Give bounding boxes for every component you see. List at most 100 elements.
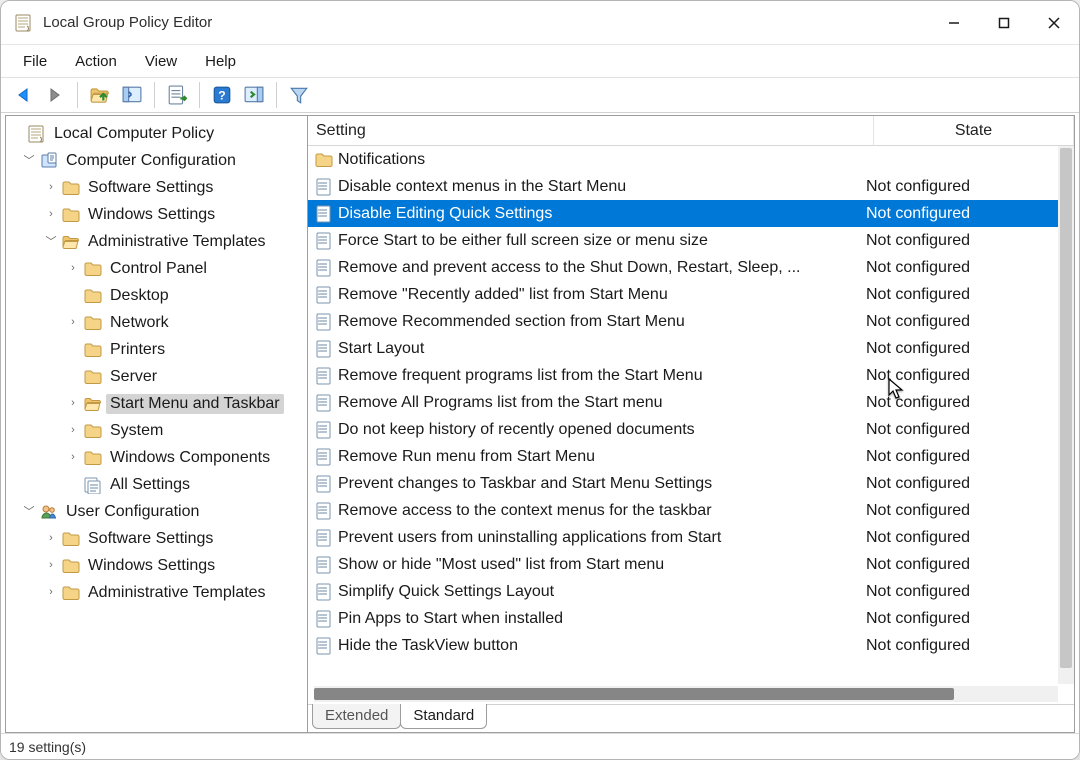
tree-label: Control Panel <box>106 259 211 279</box>
column-setting[interactable]: Setting <box>308 116 874 145</box>
setting-icon <box>314 447 334 467</box>
tree-uc-software-settings[interactable]: ›Software Settings <box>8 525 307 552</box>
minimize-button[interactable] <box>929 1 979 45</box>
expand-icon[interactable]: › <box>44 208 58 220</box>
list-setting-row[interactable]: Simplify Quick Settings LayoutNot config… <box>308 578 1058 605</box>
expand-icon[interactable]: › <box>66 397 80 409</box>
tree-system[interactable]: ›System <box>8 417 307 444</box>
setting-icon <box>314 528 334 548</box>
tree-software-settings[interactable]: › Software Settings <box>8 174 307 201</box>
toolbar <box>1 77 1079 113</box>
tree-uc-windows-settings[interactable]: ›Windows Settings <box>8 552 307 579</box>
tree-desktop[interactable]: ›Desktop <box>8 282 307 309</box>
maximize-button[interactable] <box>979 1 1029 45</box>
list-setting-row[interactable]: Remove All Programs list from the Start … <box>308 389 1058 416</box>
tree-windows-settings[interactable]: › Windows Settings <box>8 201 307 228</box>
app-icon <box>15 12 33 34</box>
tree-uc-administrative-templates[interactable]: ›Administrative Templates <box>8 579 307 606</box>
list-setting-row[interactable]: Remove "Recently added" list from Start … <box>308 281 1058 308</box>
forward-button[interactable] <box>41 81 69 109</box>
vertical-scrollbar[interactable] <box>1058 146 1074 684</box>
row-state: Not configured <box>858 313 1058 331</box>
expand-icon[interactable]: › <box>44 559 58 571</box>
tree-label: Windows Components <box>106 448 274 468</box>
expand-icon[interactable]: › <box>44 181 58 193</box>
tree-control-panel[interactable]: › Control Panel <box>8 255 307 282</box>
list-setting-row[interactable]: Remove and prevent access to the Shut Do… <box>308 254 1058 281</box>
folder-open-icon <box>62 233 80 251</box>
list-setting-row[interactable]: Start LayoutNot configured <box>308 335 1058 362</box>
tree-server[interactable]: ›Server <box>8 363 307 390</box>
console-tree[interactable]: ▾ Local Computer Policy ﹀ Computer Confi… <box>6 116 308 732</box>
scrollbar-thumb[interactable] <box>314 688 954 700</box>
collapse-icon[interactable]: ﹀ <box>22 152 36 168</box>
row-state: Not configured <box>858 232 1058 250</box>
row-label: Simplify Quick Settings Layout <box>338 583 858 601</box>
tree-printers[interactable]: ›Printers <box>8 336 307 363</box>
list-setting-row[interactable]: Remove Recommended section from Start Me… <box>308 308 1058 335</box>
tree-root[interactable]: ▾ Local Computer Policy <box>8 120 307 147</box>
tree-network[interactable]: ›Network <box>8 309 307 336</box>
list-setting-row[interactable]: Do not keep history of recently opened d… <box>308 416 1058 443</box>
expand-icon[interactable]: › <box>66 262 80 274</box>
client-area: ▾ Local Computer Policy ﹀ Computer Confi… <box>5 115 1075 733</box>
title-bar[interactable]: Local Group Policy Editor <box>1 1 1079 45</box>
show-hide-action-pane-button[interactable] <box>240 81 268 109</box>
expand-icon[interactable]: › <box>66 424 80 436</box>
tab-extended[interactable]: Extended <box>312 704 401 729</box>
row-label: Disable context menus in the Start Menu <box>338 178 858 196</box>
list-setting-row[interactable]: Disable context menus in the Start MenuN… <box>308 173 1058 200</box>
window-title: Local Group Policy Editor <box>43 14 212 31</box>
list-setting-row[interactable]: Remove Run menu from Start MenuNot confi… <box>308 443 1058 470</box>
row-label: Hide the TaskView button <box>338 637 858 655</box>
folder-icon <box>84 449 102 467</box>
row-label: Prevent changes to Taskbar and Start Men… <box>338 475 858 493</box>
menu-view[interactable]: View <box>133 49 189 74</box>
list-setting-row[interactable]: Disable Editing Quick SettingsNot config… <box>308 200 1058 227</box>
folder-icon <box>62 206 80 224</box>
folder-icon <box>84 368 102 386</box>
show-hide-console-tree-button[interactable] <box>118 81 146 109</box>
list-setting-row[interactable]: Show or hide "Most used" list from Start… <box>308 551 1058 578</box>
filter-button[interactable] <box>285 81 313 109</box>
column-state[interactable]: State <box>874 116 1074 145</box>
collapse-icon[interactable]: ﹀ <box>22 503 36 519</box>
back-button[interactable] <box>9 81 37 109</box>
list-folder-row[interactable]: Notifications <box>308 146 1058 173</box>
list-setting-row[interactable]: Prevent changes to Taskbar and Start Men… <box>308 470 1058 497</box>
row-state: Not configured <box>858 205 1058 223</box>
list-setting-row[interactable]: Remove access to the context menus for t… <box>308 497 1058 524</box>
menu-file[interactable]: File <box>11 49 59 74</box>
tree-all-settings[interactable]: ›All Settings <box>8 471 307 498</box>
export-list-button[interactable] <box>163 81 191 109</box>
expand-icon[interactable]: › <box>66 316 80 328</box>
collapse-icon[interactable]: ﹀ <box>44 233 58 249</box>
tree-label: Administrative Templates <box>84 232 270 252</box>
tree-label: All Settings <box>106 475 194 495</box>
row-state: Not configured <box>858 421 1058 439</box>
list-body[interactable]: NotificationsDisable context menus in th… <box>308 146 1074 684</box>
tree-user-configuration[interactable]: ﹀ User Configuration <box>8 498 307 525</box>
list-tabs: Extended Standard <box>308 704 1074 732</box>
tree-start-menu-and-taskbar[interactable]: ›Start Menu and Taskbar <box>8 390 307 417</box>
tab-standard[interactable]: Standard <box>400 704 487 729</box>
menu-help[interactable]: Help <box>193 49 248 74</box>
list-setting-row[interactable]: Pin Apps to Start when installedNot conf… <box>308 605 1058 632</box>
help-button[interactable] <box>208 81 236 109</box>
expand-icon[interactable]: › <box>44 532 58 544</box>
expand-icon[interactable]: › <box>66 451 80 463</box>
list-setting-row[interactable]: Remove frequent programs list from the S… <box>308 362 1058 389</box>
scrollbar-thumb[interactable] <box>1060 148 1072 668</box>
tree-computer-configuration[interactable]: ﹀ Computer Configuration <box>8 147 307 174</box>
list-setting-row[interactable]: Prevent users from uninstalling applicat… <box>308 524 1058 551</box>
tree-administrative-templates[interactable]: ﹀ Administrative Templates <box>8 228 307 255</box>
list-setting-row[interactable]: Hide the TaskView buttonNot configured <box>308 632 1058 659</box>
tree-windows-components[interactable]: › Windows Components <box>8 444 307 471</box>
horizontal-scrollbar[interactable] <box>314 686 1058 702</box>
close-button[interactable] <box>1029 1 1079 45</box>
expand-icon[interactable]: › <box>44 586 58 598</box>
menu-action[interactable]: Action <box>63 49 129 74</box>
list-setting-row[interactable]: Force Start to be either full screen siz… <box>308 227 1058 254</box>
toolbar-separator <box>199 82 200 108</box>
up-one-level-button[interactable] <box>86 81 114 109</box>
